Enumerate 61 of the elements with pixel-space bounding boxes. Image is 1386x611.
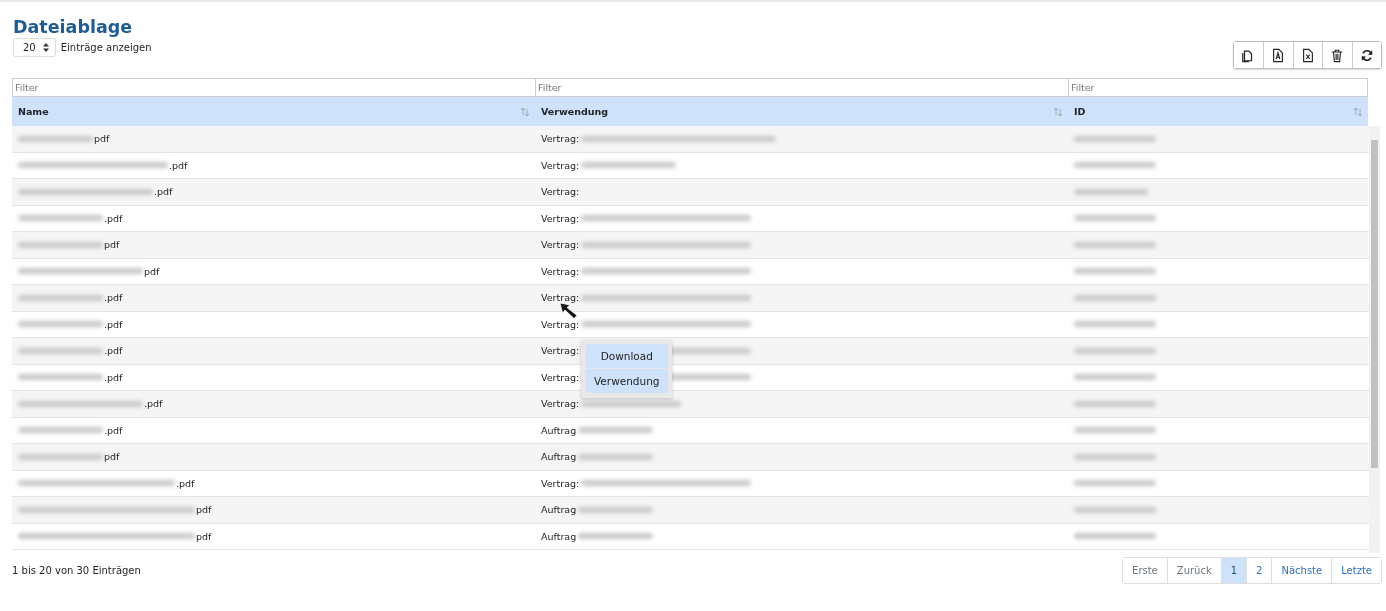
file-extension: .pdf	[104, 292, 123, 304]
menu-item[interactable]: Download	[586, 344, 668, 368]
usage-type: Vertrag:	[541, 239, 580, 251]
scrollbar[interactable]	[1369, 126, 1380, 553]
delete-button[interactable]	[1322, 42, 1352, 68]
file-extension: .pdf	[104, 424, 123, 436]
usage-type: Vertrag:	[541, 265, 580, 277]
menu-item[interactable]: Verwendung	[586, 369, 668, 393]
file-extension: .pdf	[176, 477, 195, 489]
usage-type: Auftrag	[541, 504, 577, 516]
usage-type: Vertrag:	[541, 133, 580, 145]
usage-type: Vertrag:	[541, 212, 580, 224]
file-extension: .pdf	[169, 159, 188, 171]
page-length-select[interactable]: 20	[13, 37, 56, 57]
file-extension: .pdf	[154, 186, 173, 198]
usage-type: Auftrag	[541, 530, 577, 542]
refresh-icon	[1359, 47, 1374, 63]
column-header[interactable]: Verwendung	[541, 106, 609, 117]
usage-type: Vertrag:	[541, 159, 580, 171]
file-extension: pdf	[144, 265, 160, 277]
copy-button[interactable]	[1233, 42, 1263, 68]
delete-icon	[1330, 47, 1345, 63]
usage-type: Vertrag:	[541, 398, 580, 410]
usage-type: Vertrag:	[541, 345, 580, 357]
entries-info: 1 bis 20 von 30 Einträgen	[12, 565, 141, 576]
usage-type: Vertrag:	[541, 371, 580, 383]
sort-spinner-icon	[42, 42, 49, 52]
file-extension: .pdf	[104, 318, 123, 330]
usage-type: Auftrag	[541, 424, 577, 436]
filter-field[interactable]: Filter	[535, 78, 1068, 97]
filter-field[interactable]: Filter	[1068, 78, 1368, 97]
file-extension: .pdf	[144, 398, 163, 410]
file-extension: pdf	[104, 451, 120, 463]
usage-type: Vertrag:	[541, 477, 580, 489]
pagination-button[interactable]: Letzte	[1331, 558, 1381, 583]
scrollbar-thumb[interactable]	[1371, 140, 1378, 468]
usage-type: Auftrag	[541, 451, 577, 463]
pagination-button[interactable]: 1	[1220, 558, 1247, 583]
sort-icon	[521, 107, 529, 116]
file-extension: .pdf	[104, 345, 123, 357]
file-extension: pdf	[104, 239, 120, 251]
file-extension: pdf	[94, 133, 110, 145]
file-extension: pdf	[196, 530, 212, 542]
file-extension: .pdf	[104, 212, 123, 224]
excel-file-icon	[1300, 47, 1315, 63]
column-header[interactable]: Name	[18, 106, 49, 117]
filter-field[interactable]: Filter	[12, 78, 535, 97]
page-length-label: Einträge anzeigen	[60, 41, 152, 53]
file-extension: .pdf	[104, 371, 123, 383]
column-header[interactable]: ID	[1074, 106, 1086, 117]
pdf-file-button[interactable]	[1263, 42, 1293, 68]
usage-type: Vertrag:	[541, 318, 580, 330]
refresh-button[interactable]	[1351, 42, 1381, 68]
file-extension: pdf	[196, 504, 212, 516]
sort-icon	[1054, 107, 1062, 116]
sort-icon	[1354, 107, 1362, 116]
excel-file-button[interactable]	[1292, 42, 1322, 68]
pdf-file-icon	[1271, 47, 1286, 63]
page-title: Dateiablage	[13, 16, 134, 38]
usage-type: Vertrag:	[541, 186, 580, 198]
usage-type: Vertrag:	[541, 292, 580, 304]
